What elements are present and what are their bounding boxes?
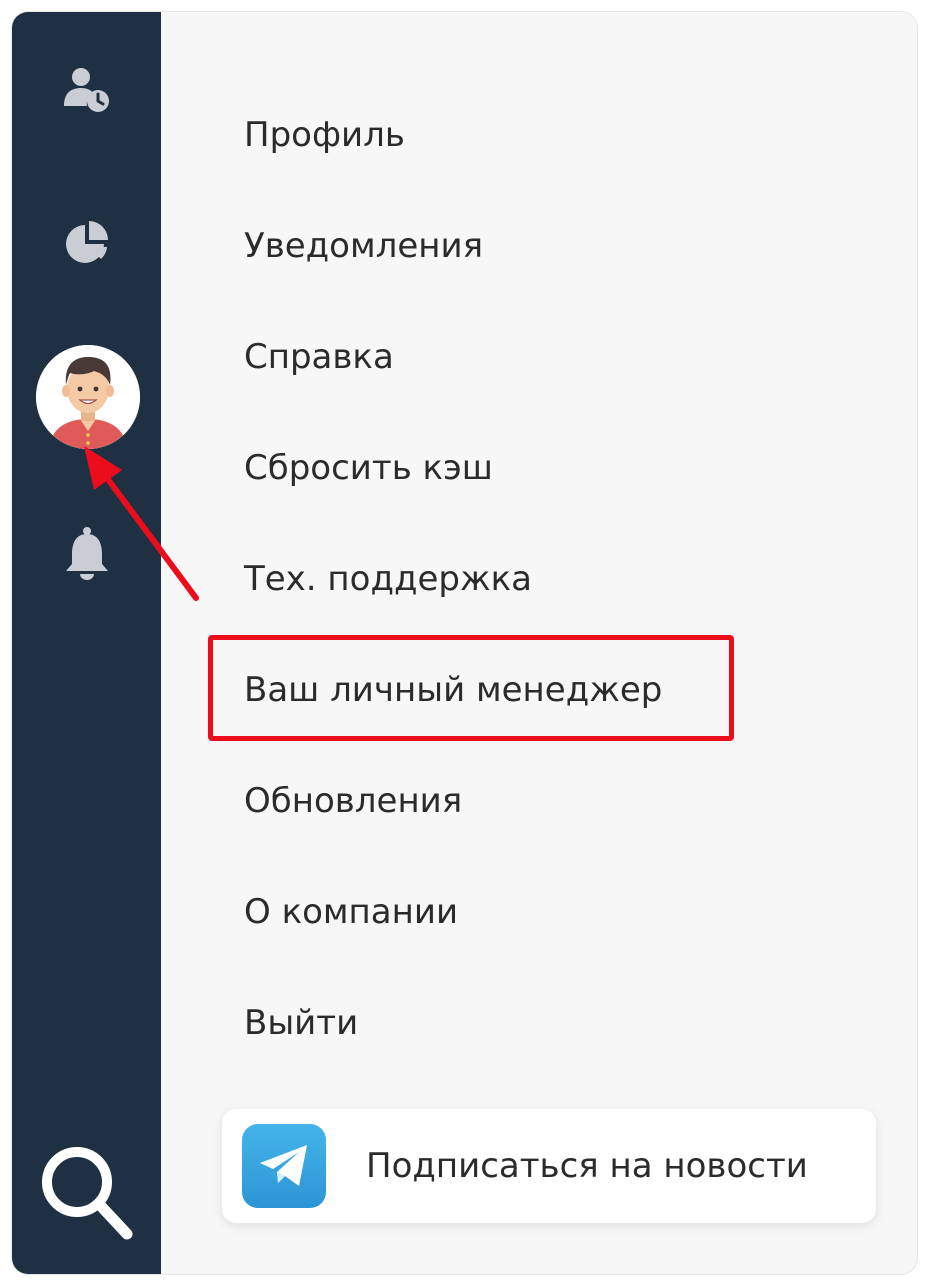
menu-item-tech-support[interactable]: Тех. поддержка <box>244 524 662 635</box>
menu-item-logout[interactable]: Выйти <box>244 968 662 1079</box>
user-clock-icon[interactable] <box>12 64 161 116</box>
menu-item-profile[interactable]: Профиль <box>244 80 662 191</box>
search-icon[interactable] <box>12 1140 161 1244</box>
telegram-icon <box>242 1124 326 1208</box>
app-window: Профиль Уведомления Справка Сбросить кэш… <box>12 12 917 1274</box>
bell-icon[interactable] <box>12 524 161 584</box>
pie-chart-icon[interactable] <box>12 217 161 269</box>
sidebar <box>12 12 161 1274</box>
profile-menu: Профиль Уведомления Справка Сбросить кэш… <box>244 80 662 1079</box>
menu-item-updates[interactable]: Обновления <box>244 746 662 857</box>
avatar[interactable] <box>36 345 140 449</box>
menu-item-notifications[interactable]: Уведомления <box>244 191 662 302</box>
menu-item-clear-cache[interactable]: Сбросить кэш <box>244 413 662 524</box>
menu-item-about-company[interactable]: О компании <box>244 857 662 968</box>
menu-item-personal-manager[interactable]: Ваш личный менеджер <box>244 635 662 746</box>
subscribe-label: Подписаться на новости <box>366 1146 808 1186</box>
subscribe-news-button[interactable]: Подписаться на новости <box>222 1109 876 1223</box>
menu-item-help[interactable]: Справка <box>244 302 662 413</box>
